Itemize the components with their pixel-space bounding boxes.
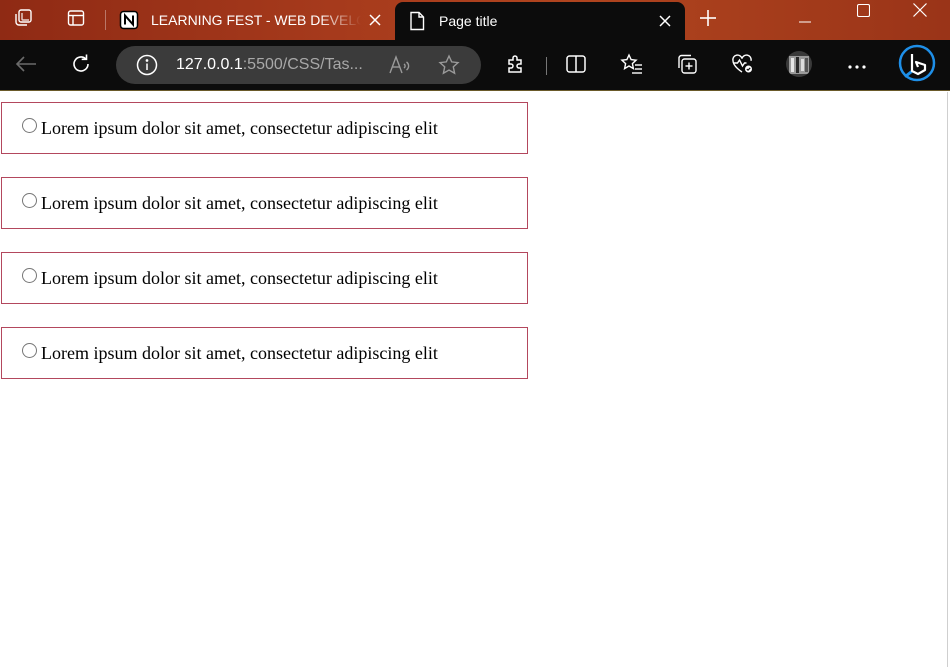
refresh-icon [70,53,92,80]
workspaces-button[interactable] [0,0,46,40]
tab-actions-icon [66,8,86,33]
radio-option[interactable]: Lorem ipsum dolor sit amet, consectetur … [1,327,528,379]
tab-label: LEARNING FEST - WEB DEVELOPMENT [151,12,361,28]
vertical-tabs-button[interactable] [53,0,99,40]
site-info-icon[interactable] [136,54,158,76]
maximize-icon [856,3,870,22]
notion-icon [119,10,139,30]
radio-label[interactable]: Lorem ipsum dolor sit amet, consectetur … [41,193,438,214]
radio-option[interactable]: Lorem ipsum dolor sit amet, consectetur … [1,252,528,304]
bing-icon [897,44,937,89]
close-tab-icon[interactable] [651,7,679,35]
radio-option[interactable]: Lorem ipsum dolor sit amet, consectetur … [1,102,528,154]
more-dots-icon [847,57,867,75]
minimize-button[interactable] [782,0,828,40]
radio-button[interactable] [22,192,37,208]
back-arrow-icon [15,55,37,78]
tab-page-title[interactable]: Page title [395,2,685,40]
read-aloud-icon[interactable] [388,54,412,76]
close-icon [913,3,927,22]
collections-icon [676,53,698,80]
radio-button[interactable] [22,117,37,133]
close-window-button[interactable] [897,0,943,40]
close-tab-icon[interactable] [361,6,389,34]
radio-label[interactable]: Lorem ipsum dolor sit amet, consectetur … [41,118,438,139]
workspaces-icon [12,7,34,34]
back-button[interactable] [8,48,44,84]
minimize-icon [799,10,811,28]
tab-learning-fest[interactable]: LEARNING FEST - WEB DEVELOPMENT [107,0,395,40]
url-host: 127.0.0.1 [176,56,243,73]
tab-label: Page title [439,13,498,29]
radio-label[interactable]: Lorem ipsum dolor sit amet, consectetur … [41,268,438,289]
toolbar-separator [546,57,547,75]
heart-pulse-icon [730,53,754,80]
puzzle-icon [505,53,527,80]
viewport-edge [947,92,948,667]
radio-button[interactable] [22,342,37,358]
new-tab-button[interactable] [685,0,731,40]
favorites-button[interactable] [614,48,650,84]
plus-icon [699,9,717,32]
url-text[interactable]: 127.0.0.1:5500/CSS/Tas... [176,56,372,74]
favorite-star-icon[interactable] [436,53,462,77]
tab-separator [105,10,106,30]
title-bar: LEARNING FEST - WEB DEVELOPMENT Page tit… [0,0,950,40]
extensions-button[interactable] [498,48,534,84]
favorites-list-icon [620,52,644,80]
profile-button[interactable] [781,48,817,84]
page-icon [407,11,427,31]
maximize-button[interactable] [840,0,886,40]
radio-label[interactable]: Lorem ipsum dolor sit amet, consectetur … [41,343,438,364]
refresh-button[interactable] [63,48,99,84]
bing-copilot-button[interactable] [896,44,938,89]
collections-button[interactable] [669,48,705,84]
radio-option[interactable]: Lorem ipsum dolor sit amet, consectetur … [1,177,528,229]
address-bar[interactable]: 127.0.0.1:5500/CSS/Tas... [116,46,481,84]
avatar [785,50,813,83]
settings-more-button[interactable] [839,48,875,84]
split-screen-button[interactable] [558,48,594,84]
url-path: :5500/CSS/Tas... [242,56,363,73]
browser-toolbar: 127.0.0.1:5500/CSS/Tas... [0,40,950,91]
radio-button[interactable] [22,267,37,283]
browser-essentials-button[interactable] [724,48,760,84]
split-screen-icon [565,54,587,79]
